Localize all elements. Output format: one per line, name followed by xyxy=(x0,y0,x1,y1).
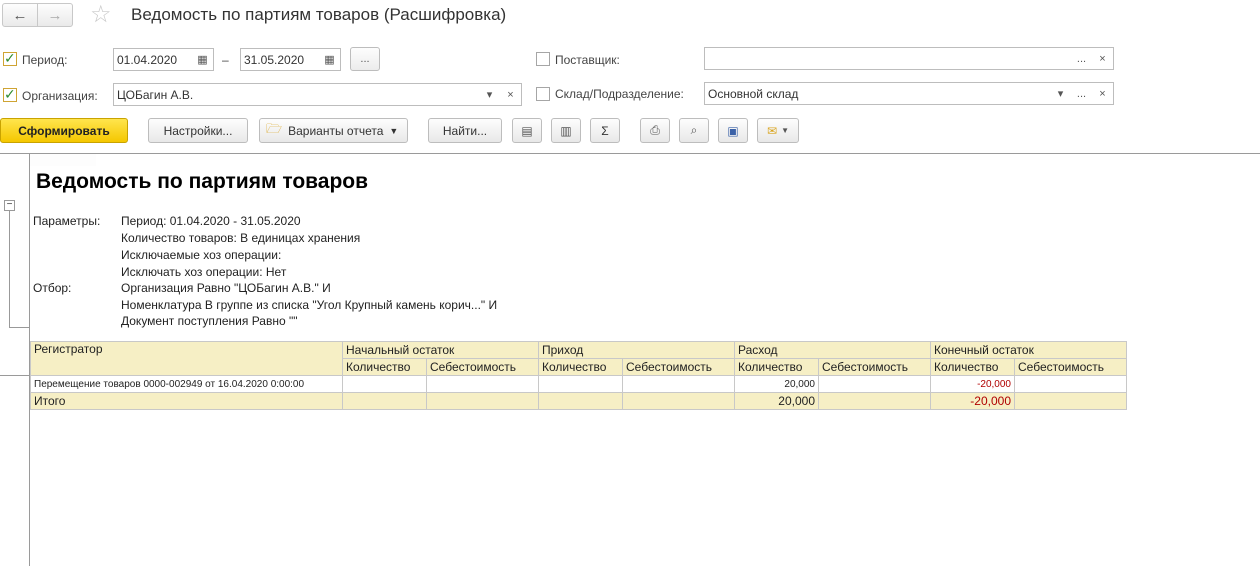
period-checkbox[interactable] xyxy=(3,50,17,67)
period-from-input[interactable]: 01.04.2020 xyxy=(113,48,193,71)
warehouse-checkbox[interactable] xyxy=(536,87,550,101)
supplier-select-button[interactable]: ... xyxy=(1071,47,1093,70)
group-header: Расход xyxy=(734,341,931,359)
report-title: Ведомость по партиям товаров xyxy=(36,170,369,193)
filter-line: Организация Равно "ЦОБагин А.В." И xyxy=(121,281,331,295)
registrar-header: Регистратор xyxy=(30,341,343,376)
group-header: Приход xyxy=(538,341,735,359)
send-email-button[interactable]: ✉ ▼ xyxy=(757,118,799,143)
qty-header: Количество xyxy=(734,358,819,376)
chevron-down-icon: ▼ xyxy=(781,126,789,135)
cost-header: Себестоимость xyxy=(818,358,931,376)
print-preview-icon[interactable]: ⌕ xyxy=(679,118,709,143)
param-line: Период: 01.04.2020 - 31.05.2020 xyxy=(121,214,301,228)
param-line: Количество товаров: В единицах хранения xyxy=(121,231,361,245)
generate-report-button[interactable]: Сформировать xyxy=(0,118,128,143)
warehouse-label: Склад/Подразделение: xyxy=(555,87,684,101)
table-row[interactable]: Перемещение товаров 0000-002949 от 16.04… xyxy=(30,375,1127,393)
total-label: Итого xyxy=(30,392,343,410)
report-variants-button[interactable]: 🗁 Варианты отчета ▼ xyxy=(259,118,408,143)
param-line: Исключать хоз операции: Нет xyxy=(121,265,287,279)
organization-clear-icon[interactable]: × xyxy=(500,83,522,106)
warehouse-clear-icon[interactable]: × xyxy=(1092,82,1114,105)
organization-checkbox[interactable] xyxy=(3,86,17,103)
favorite-star-icon[interactable]: ☆ xyxy=(90,2,112,28)
folder-icon: 🗁 xyxy=(266,120,283,136)
supplier-checkbox[interactable] xyxy=(536,52,550,66)
total-in-qty xyxy=(538,392,623,410)
filter-line: Документ поступления Равно "" xyxy=(121,314,298,328)
period-dash: – xyxy=(222,53,229,67)
find-button[interactable]: Найти... xyxy=(428,118,502,143)
cost-header: Себестоимость xyxy=(1014,358,1127,376)
total-in-cost xyxy=(622,392,735,410)
param-line: Исключаемые хоз операции: xyxy=(121,248,282,262)
report-top-border xyxy=(0,153,1260,154)
chevron-down-icon: ▼ xyxy=(389,125,399,136)
warehouse-input[interactable]: Основной склад xyxy=(704,82,1051,105)
organization-dropdown-icon[interactable]: ▾ xyxy=(479,83,501,106)
warehouse-dropdown-icon[interactable]: ▾ xyxy=(1050,82,1072,105)
in-qty-cell xyxy=(538,375,623,393)
group-header: Конечный остаток xyxy=(930,341,1127,359)
save-icon[interactable]: ▣ xyxy=(718,118,748,143)
total-close-qty: -20,000 xyxy=(930,392,1015,410)
sum-icon[interactable]: Σ xyxy=(590,118,620,143)
window-title: Ведомость по партиям товаров (Расшифровк… xyxy=(131,5,507,24)
period-label: Период: xyxy=(22,53,68,67)
cost-header: Себестоимость xyxy=(622,358,735,376)
out-qty-cell: 20,000 xyxy=(734,375,819,393)
close-cost-cell xyxy=(1014,375,1127,393)
report-variants-label: Варианты отчета xyxy=(288,123,384,138)
out-cost-cell xyxy=(818,375,931,393)
collapse-group-icon[interactable]: − xyxy=(4,200,15,211)
close-qty-cell: -20,000 xyxy=(930,375,1015,393)
registrar-cell[interactable]: Перемещение товаров 0000-002949 от 16.04… xyxy=(30,375,343,393)
total-open-cost xyxy=(426,392,539,410)
calendar-icon[interactable]: ▦ xyxy=(192,48,214,71)
print-icon[interactable]: ⎙ xyxy=(640,118,670,143)
total-out-cost xyxy=(818,392,931,410)
collapse-groups-icon[interactable]: ▤ xyxy=(512,118,542,143)
expand-groups-icon[interactable]: ▥ xyxy=(551,118,581,143)
total-close-cost xyxy=(1014,392,1127,410)
cost-header: Себестоимость xyxy=(426,358,539,376)
total-open-qty xyxy=(342,392,427,410)
supplier-input[interactable] xyxy=(704,47,1072,70)
qty-header: Количество xyxy=(538,358,623,376)
filter-line: Номенклатура В группе из списка "Угол Кр… xyxy=(121,298,498,312)
supplier-label: Поставщик: xyxy=(555,53,620,67)
supplier-clear-icon[interactable]: × xyxy=(1092,47,1114,70)
envelope-icon: ✉ xyxy=(767,123,778,138)
row-gutter-divider xyxy=(0,375,30,376)
qty-header: Количество xyxy=(930,358,1015,376)
forward-arrow-icon[interactable]: → xyxy=(37,4,72,26)
settings-button[interactable]: Настройки... xyxy=(148,118,248,143)
group-header: Начальный остаток xyxy=(342,341,539,359)
period-more-button[interactable]: ... xyxy=(350,47,380,71)
period-to-input[interactable]: 31.05.2020 xyxy=(240,48,320,71)
organization-input[interactable]: ЦОБагин А.В. xyxy=(113,83,480,106)
open-cost-cell xyxy=(426,375,539,393)
back-arrow-icon[interactable]: ← xyxy=(3,4,37,26)
navigation-buttons: ← → xyxy=(2,3,73,27)
warehouse-select-button[interactable]: ... xyxy=(1071,82,1093,105)
group-bracket xyxy=(9,211,30,328)
total-row: Итого 20,000 -20,000 xyxy=(30,392,1127,410)
params-label: Параметры: xyxy=(33,214,101,228)
filter-label: Отбор: xyxy=(33,281,72,295)
total-out-qty: 20,000 xyxy=(734,392,819,410)
calendar-icon[interactable]: ▦ xyxy=(319,48,341,71)
table-header-row: Регистратор Начальный остаток Приход Рас… xyxy=(30,341,1127,376)
report-table: Регистратор Начальный остаток Приход Рас… xyxy=(30,341,1127,410)
cell-highlight xyxy=(30,154,96,166)
organization-label: Организация: xyxy=(22,89,98,103)
qty-header: Количество xyxy=(342,358,427,376)
open-qty-cell xyxy=(342,375,427,393)
in-cost-cell xyxy=(622,375,735,393)
